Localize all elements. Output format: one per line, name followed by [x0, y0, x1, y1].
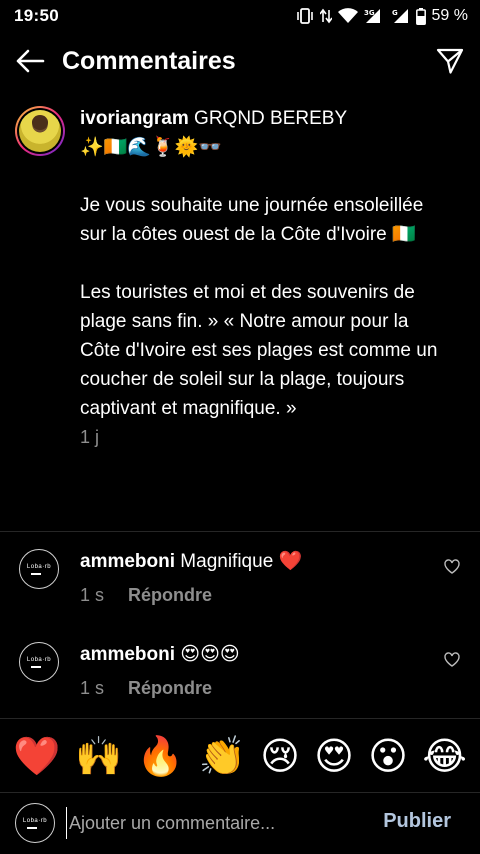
svg-text:G: G — [392, 9, 398, 17]
avatar: Loba·rb — [15, 803, 55, 843]
emoji-quick-bar: ❤️ 🙌 🔥 👏 😢 😍 😮 😂 — [0, 718, 480, 792]
comment-body: ammeboni Magnifique ❤️ 1 s Répondre — [80, 549, 420, 606]
emoji-clap-button[interactable]: 👏 — [198, 737, 245, 775]
comment-text: 😍😍😍 — [175, 644, 240, 665]
emoji-raised-hands-button[interactable]: 🙌 — [75, 737, 122, 775]
comment-input[interactable] — [66, 807, 366, 839]
status-time: 19:50 — [14, 6, 59, 25]
comment-username[interactable]: ammeboni — [80, 644, 175, 665]
avatar[interactable]: Loba·rb — [19, 549, 59, 589]
comment-time: 1 s — [80, 678, 105, 698]
caption-time: 1 j — [80, 427, 100, 447]
caption-first-line: GRQND BEREBY — [188, 108, 348, 129]
emoji-fire-button[interactable]: 🔥 — [137, 737, 184, 775]
avatar[interactable] — [15, 106, 65, 156]
signal-icon: 3G — [364, 8, 386, 24]
caption-paragraph-1: Je vous souhaite une journée ensoleillée… — [80, 195, 424, 245]
signal-icon-2: G — [392, 8, 410, 24]
comment-username[interactable]: ammeboni — [80, 551, 175, 572]
like-button[interactable] — [444, 559, 462, 577]
comment-time: 1 s — [80, 585, 105, 605]
page-title: Commentaires — [62, 46, 236, 75]
send-icon — [436, 48, 464, 74]
reply-button[interactable]: Répondre — [128, 678, 212, 699]
divider — [0, 531, 480, 532]
avatar-logo-text: Loba·rb — [26, 656, 52, 663]
heart-icon — [444, 652, 460, 667]
status-bar: 19:50 3G G 59 % — [0, 0, 480, 32]
avatar-logo-bar — [31, 572, 41, 575]
comment-item: Loba·rb ammeboni Magnifique ❤️ 1 s Répon… — [0, 549, 480, 629]
reply-button[interactable]: Répondre — [128, 585, 212, 606]
comment-item: Loba·rb ammeboni 😍😍😍 1 s Répondre — [0, 642, 480, 722]
data-arrows-icon — [319, 8, 332, 24]
avatar-logo-bar — [27, 826, 37, 829]
comment-text: Magnifique ❤️ — [175, 551, 303, 572]
wifi-icon — [337, 8, 358, 24]
emoji-heart-button[interactable]: ❤️ — [13, 737, 60, 775]
heart-icon — [444, 559, 460, 574]
caption-text: ivoriangram GRQND BEREBY ✨🇨🇮🌊🍹🌞👓 Je vous… — [80, 104, 450, 423]
post-caption: ivoriangram GRQND BEREBY ✨🇨🇮🌊🍹🌞👓 Je vous… — [0, 104, 480, 448]
like-button[interactable] — [444, 652, 462, 670]
battery-percent: 59 % — [431, 7, 468, 24]
comment-input-bar: Loba·rb Publier — [0, 792, 480, 854]
svg-text:3G: 3G — [364, 9, 375, 17]
vibrate-icon — [296, 8, 314, 24]
avatar-photo — [19, 110, 61, 152]
avatar-logo-text: Loba·rb — [22, 817, 48, 824]
publish-button[interactable]: Publier — [383, 810, 451, 833]
emoji-crying-button[interactable]: 😢 — [260, 737, 300, 775]
status-icons: 3G G 59 % — [296, 7, 468, 25]
battery-icon — [415, 7, 426, 25]
share-button[interactable] — [420, 38, 480, 84]
caption-paragraph-2: Les touristes et moi et des souvenirs de… — [80, 282, 438, 419]
back-button[interactable] — [0, 38, 60, 84]
avatar-logo-text: Loba·rb — [26, 563, 52, 570]
emoji-laughing-button[interactable]: 😂 — [422, 737, 466, 775]
arrow-left-icon — [16, 49, 45, 73]
caption-emojis: ✨🇨🇮🌊🍹🌞👓 — [80, 137, 222, 158]
caption-username[interactable]: ivoriangram — [80, 108, 189, 129]
comment-body: ammeboni 😍😍😍 1 s Répondre — [80, 642, 420, 699]
emoji-surprised-button[interactable]: 😮 — [368, 737, 408, 775]
emoji-heart-eyes-button[interactable]: 😍 — [314, 737, 354, 775]
header: Commentaires — [0, 38, 480, 84]
avatar[interactable]: Loba·rb — [19, 642, 59, 682]
avatar-logo-bar — [31, 665, 41, 668]
